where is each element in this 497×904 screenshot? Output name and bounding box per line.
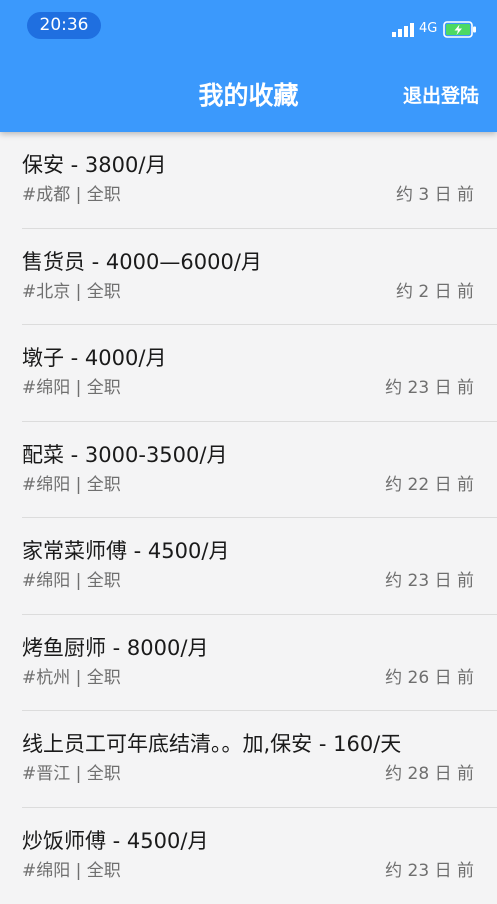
- app-bar: 20:36 4G 我的收藏 退出登陆: [0, 0, 497, 132]
- list-item[interactable]: 配菜 - 3000-3500/月 #绵阳 | 全职 约 22 日 前: [0, 422, 497, 519]
- logout-button[interactable]: 退出登陆: [403, 82, 479, 110]
- job-posted-time: 约 26 日 前: [385, 665, 474, 691]
- job-posted-time: 约 23 日 前: [385, 858, 474, 884]
- job-meta: #杭州 | 全职: [22, 665, 121, 691]
- job-title: 家常菜师傅 - 4500/月: [22, 536, 229, 566]
- job-posted-time: 约 22 日 前: [385, 472, 474, 498]
- job-posted-time: 约 3 日 前: [396, 182, 474, 208]
- status-time: 20:36: [27, 12, 101, 39]
- list-item[interactable]: 线上员工可年底结清。。加,保安 - 160/天 #晋江 | 全职 约 28 日 …: [0, 711, 497, 808]
- job-title: 售货员 - 4000—6000/月: [22, 247, 262, 277]
- job-meta: #绵阳 | 全职: [22, 375, 121, 401]
- status-bar: 20:36 4G: [0, 0, 497, 50]
- list-item[interactable]: 保安 - 3800/月 #成都 | 全职 约 3 日 前: [0, 132, 497, 229]
- job-meta: #绵阳 | 全职: [22, 472, 121, 498]
- battery-charging-icon: [443, 21, 477, 38]
- job-title: 墩子 - 4000/月: [22, 343, 166, 373]
- favorites-list: 保安 - 3800/月 #成都 | 全职 约 3 日 前 售货员 - 4000—…: [0, 132, 497, 904]
- job-posted-time: 约 23 日 前: [385, 375, 474, 401]
- job-posted-time: 约 28 日 前: [385, 761, 474, 787]
- job-title: 保安 - 3800/月: [22, 150, 166, 180]
- job-meta: #绵阳 | 全职: [22, 568, 121, 594]
- job-title: 烤鱼厨师 - 8000/月: [22, 633, 208, 663]
- job-title: 配菜 - 3000-3500/月: [22, 440, 227, 470]
- list-item[interactable]: 烤鱼厨师 - 8000/月 #杭州 | 全职 约 26 日 前: [0, 615, 497, 712]
- list-item[interactable]: 家常菜师傅 - 4500/月 #绵阳 | 全职 约 23 日 前: [0, 518, 497, 615]
- job-posted-time: 约 23 日 前: [385, 568, 474, 594]
- job-title: 炒饭师傅 - 4500/月: [22, 826, 208, 856]
- job-meta: #晋江 | 全职: [22, 761, 121, 787]
- list-item[interactable]: 炒饭师傅 - 4500/月 #绵阳 | 全职 约 23 日 前: [0, 808, 497, 904]
- list-item[interactable]: 售货员 - 4000—6000/月 #北京 | 全职 约 2 日 前: [0, 229, 497, 326]
- job-meta: #北京 | 全职: [22, 279, 121, 305]
- job-meta: #绵阳 | 全职: [22, 858, 121, 884]
- job-posted-time: 约 2 日 前: [396, 279, 474, 305]
- job-title: 线上员工可年底结清。。加,保安 - 160/天: [22, 729, 401, 759]
- signal-icon: [392, 23, 416, 37]
- job-meta: #成都 | 全职: [22, 182, 121, 208]
- network-type: 4G: [419, 21, 437, 37]
- list-item[interactable]: 墩子 - 4000/月 #绵阳 | 全职 约 23 日 前: [0, 325, 497, 422]
